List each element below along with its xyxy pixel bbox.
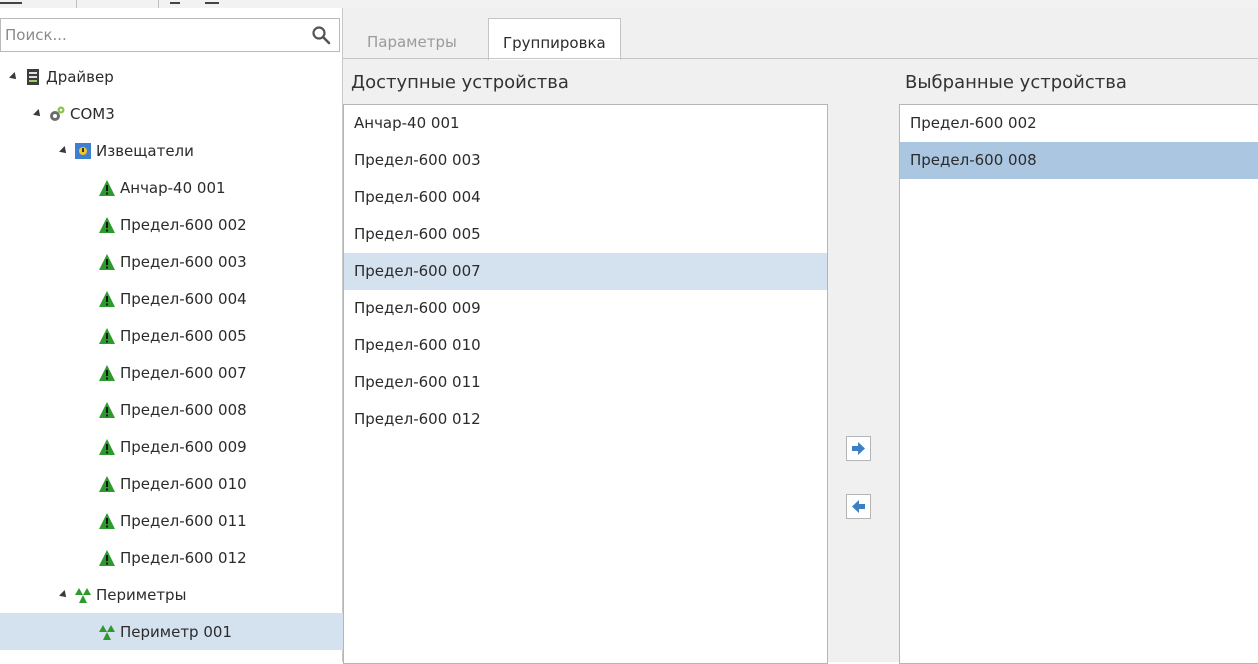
- expand-arrow-icon[interactable]: [59, 145, 69, 156]
- warning-triangle-icon: [98, 475, 116, 493]
- tree-item-label: Предел-600 004: [120, 289, 247, 308]
- search-input[interactable]: [5, 23, 295, 47]
- tree-item-label: Предел-600 002: [120, 215, 247, 234]
- tree-item-label: Периметры: [96, 585, 187, 604]
- tab-grouping[interactable]: Группировка: [488, 18, 621, 60]
- tree-item-label: Периметр 001: [120, 622, 232, 641]
- tab-divider: [343, 58, 1258, 59]
- expand-arrow-icon[interactable]: [9, 71, 19, 82]
- add-to-selected-button[interactable]: [846, 436, 871, 461]
- list-item-highlighted[interactable]: Предел-600 007: [344, 253, 827, 290]
- selected-devices-list[interactable]: Предел-600 002 Предел-600 008: [899, 104, 1258, 664]
- list-item[interactable]: Предел-600 003: [344, 142, 827, 179]
- search-field[interactable]: [0, 18, 340, 52]
- list-item-highlighted[interactable]: Предел-600 008: [900, 142, 1258, 179]
- expand-arrow-icon[interactable]: [59, 589, 69, 600]
- detector-group-icon: [74, 142, 92, 160]
- tree-item-com3[interactable]: COM3: [0, 95, 366, 132]
- gear-network-icon: [48, 105, 66, 123]
- list-item[interactable]: Предел-600 010: [344, 327, 827, 364]
- device-tree-panel: Драйвер COM3 Извещатели Анчар-40 001 Пре…: [0, 8, 430, 662]
- warning-triangle-icon: [98, 364, 116, 382]
- search-icon[interactable]: [311, 25, 331, 45]
- tree-item-label: Предел-600 010: [120, 474, 247, 493]
- expand-arrow-icon[interactable]: [33, 108, 43, 119]
- tree-item-driver[interactable]: Драйвер: [0, 58, 342, 95]
- tree-item-label: Предел-600 009: [120, 437, 247, 456]
- tree-item-label: Драйвер: [46, 67, 114, 86]
- warning-triangle-icon: [98, 438, 116, 456]
- warning-triangle-icon: [98, 512, 116, 530]
- warning-triangle-icon: [98, 290, 116, 308]
- toolbar-line: [0, 2, 22, 4]
- properties-panel: Параметры Группировка Доступные устройст…: [343, 8, 1258, 664]
- warning-triangle-icon: [98, 549, 116, 567]
- toolbar-separator: [76, 0, 77, 8]
- tree-item-detectors[interactable]: Извещатели: [0, 132, 392, 169]
- perimeter-icon: [98, 623, 116, 641]
- tab-parameters[interactable]: Параметры: [353, 26, 471, 58]
- tree-item-label: Анчар-40 001: [120, 178, 226, 197]
- server-icon: [24, 68, 42, 86]
- warning-triangle-icon: [98, 327, 116, 345]
- tree-item-label: Предел-600 008: [120, 400, 247, 419]
- list-item[interactable]: Предел-600 012: [344, 401, 827, 438]
- tree-item-label: Предел-600 012: [120, 548, 247, 567]
- list-item[interactable]: Предел-600 002: [900, 105, 1258, 142]
- warning-triangle-icon: [98, 179, 116, 197]
- list-item[interactable]: Анчар-40 001: [344, 105, 827, 142]
- list-item[interactable]: Предел-600 009: [344, 290, 827, 327]
- toolbar-line: [170, 2, 180, 4]
- tree-item-label: COM3: [70, 104, 115, 123]
- list-item[interactable]: Предел-600 004: [344, 179, 827, 216]
- list-item[interactable]: Предел-600 011: [344, 364, 827, 401]
- arrow-right-icon: [852, 442, 865, 455]
- tree-item-label: Предел-600 003: [120, 252, 247, 271]
- tree-item-label: Предел-600 005: [120, 326, 247, 345]
- selected-devices-title: Выбранные устройства: [905, 72, 1127, 93]
- available-devices-title: Доступные устройства: [351, 72, 569, 93]
- perimeter-group-icon: [74, 586, 92, 604]
- warning-triangle-icon: [98, 401, 116, 419]
- arrow-left-icon: [852, 500, 865, 513]
- remove-from-selected-button[interactable]: [846, 494, 871, 519]
- tree-item-label: Извещатели: [96, 141, 194, 160]
- toolbar-separator: [158, 0, 159, 8]
- tree-item-label: Предел-600 007: [120, 363, 247, 382]
- warning-triangle-icon: [98, 253, 116, 271]
- tree-item-label: Предел-600 011: [120, 511, 247, 530]
- toolbar-fragment: [0, 0, 1258, 8]
- toolbar-line: [205, 2, 219, 4]
- list-item[interactable]: Предел-600 005: [344, 216, 827, 253]
- available-devices-list[interactable]: Анчар-40 001 Предел-600 003 Предел-600 0…: [343, 104, 828, 664]
- warning-triangle-icon: [98, 216, 116, 234]
- tree-item-perimeters[interactable]: Периметры: [0, 576, 392, 613]
